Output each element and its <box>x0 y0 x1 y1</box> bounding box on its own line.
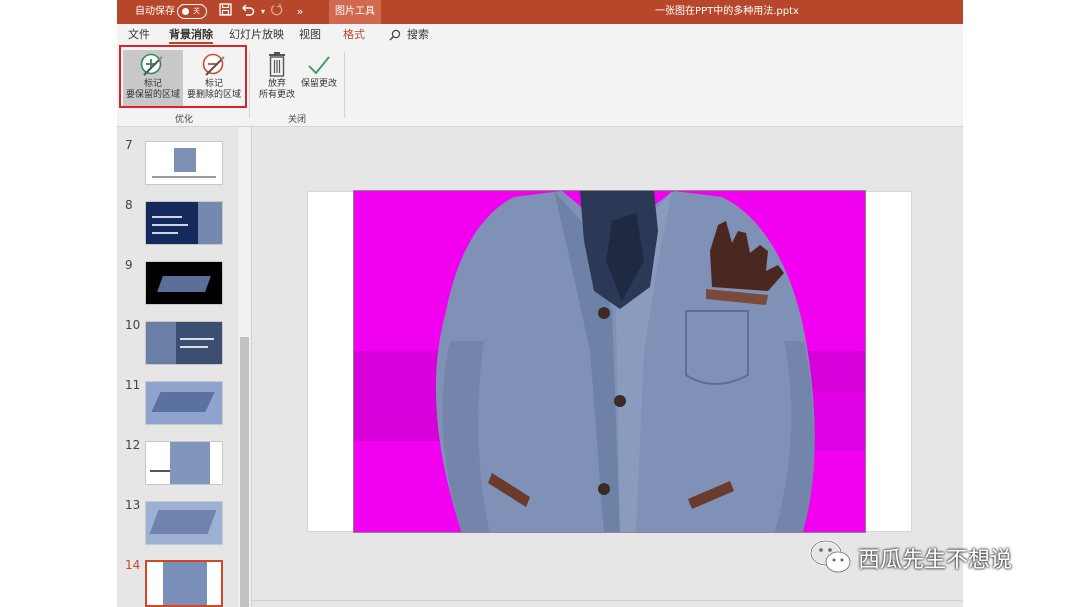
thumb-image <box>163 562 207 605</box>
slide-number: 9 <box>125 258 133 272</box>
checkmark-icon <box>308 56 330 75</box>
slide-thumbnail[interactable] <box>145 441 223 485</box>
tab-format[interactable]: 格式 <box>343 24 365 46</box>
thumb-image <box>149 510 217 534</box>
search-label[interactable]: 搜索 <box>407 24 429 46</box>
thumb-text-line <box>180 338 214 340</box>
title-bar: 自动保存 关 ▾ » 图片工具 一张图在PPT中的多种用法.pptx <box>117 0 963 24</box>
slide-thumbnail-current[interactable] <box>145 560 223 607</box>
pane-separator <box>251 127 252 607</box>
more-commands-icon[interactable]: » <box>291 3 309 21</box>
tab-file[interactable]: 文件 <box>128 24 150 46</box>
horizontal-scrollbar[interactable] <box>252 600 963 607</box>
keep-changes-button[interactable]: 保留更改 <box>297 50 341 106</box>
group-separator <box>249 52 250 118</box>
autosave-state: 关 <box>193 7 200 15</box>
redo-icon[interactable] <box>267 3 285 21</box>
background-removal-image[interactable] <box>353 190 866 533</box>
thumbnail-scrollbar-thumb[interactable] <box>240 337 249 607</box>
annotation-highlight-box <box>119 45 247 108</box>
tab-view[interactable]: 视图 <box>299 24 321 46</box>
slide-number: 14 <box>125 558 141 572</box>
slide-number: 10 <box>125 318 141 332</box>
group-separator <box>344 52 345 118</box>
thumb-text-line <box>152 216 182 218</box>
keep-changes-label: 保留更改 <box>300 79 337 89</box>
group-close-label: 关闭 <box>287 115 306 125</box>
picture-tools-tab: 图片工具 <box>329 0 381 24</box>
thumb-image <box>146 322 176 364</box>
slide-number: 8 <box>125 198 133 212</box>
slide-number: 13 <box>125 498 141 512</box>
ribbon-tabs: 文件 背景消除 幻灯片放映 视图 格式 搜索 <box>117 24 963 46</box>
slide-thumbnail[interactable] <box>145 321 223 365</box>
wechat-icon <box>809 539 851 573</box>
watermark-text: 西瓜先生不想说 <box>858 548 1013 573</box>
autosave-label: 自动保存 <box>135 6 175 17</box>
thumb-text-line <box>180 346 208 348</box>
tab-slideshow[interactable]: 幻灯片放映 <box>229 24 284 46</box>
discard-line2: 所有更改 <box>258 90 295 100</box>
thumb-text-line <box>150 470 170 472</box>
tab-background-removal[interactable]: 背景消除 <box>169 24 213 46</box>
discard-line1: 放弃 <box>267 79 286 89</box>
search-icon[interactable] <box>389 29 401 41</box>
thumb-image <box>198 202 222 244</box>
slide-thumbnail[interactable] <box>145 381 223 425</box>
slide-thumbnail[interactable] <box>145 201 223 245</box>
thumb-image <box>174 148 196 172</box>
thumb-image <box>157 276 211 292</box>
thumb-text-line <box>152 176 216 178</box>
document-title: 一张图在PPT中的多种用法.pptx <box>655 6 799 17</box>
slide-number: 12 <box>125 438 141 452</box>
jacket-photo <box>354 191 865 532</box>
thumb-text-line <box>152 232 178 234</box>
slide-number: 7 <box>125 138 133 152</box>
powerpoint-window: 自动保存 关 ▾ » 图片工具 一张图在PPT中的多种用法.pptx 文件 背景… <box>117 0 963 607</box>
thumb-image <box>170 442 210 484</box>
slide-thumbnail[interactable] <box>145 261 223 305</box>
discard-all-changes-button[interactable]: 放弃 所有更改 <box>255 50 299 106</box>
autosave-toggle[interactable]: 关 <box>177 4 207 19</box>
save-icon[interactable] <box>216 3 234 21</box>
thumb-text-line <box>152 224 188 226</box>
slide-thumbnail[interactable] <box>145 141 223 185</box>
slide-number: 11 <box>125 378 141 392</box>
toggle-knob <box>182 8 189 15</box>
trash-icon <box>269 52 285 77</box>
slide-thumbnails-pane: 7 8 9 10 11 12 13 14 <box>117 127 251 607</box>
group-optimize-label: 优化 <box>174 115 193 125</box>
slide-thumbnail[interactable] <box>145 501 223 545</box>
thumb-image <box>151 392 215 412</box>
wechat-watermark: 西瓜先生不想说 <box>808 538 1012 578</box>
